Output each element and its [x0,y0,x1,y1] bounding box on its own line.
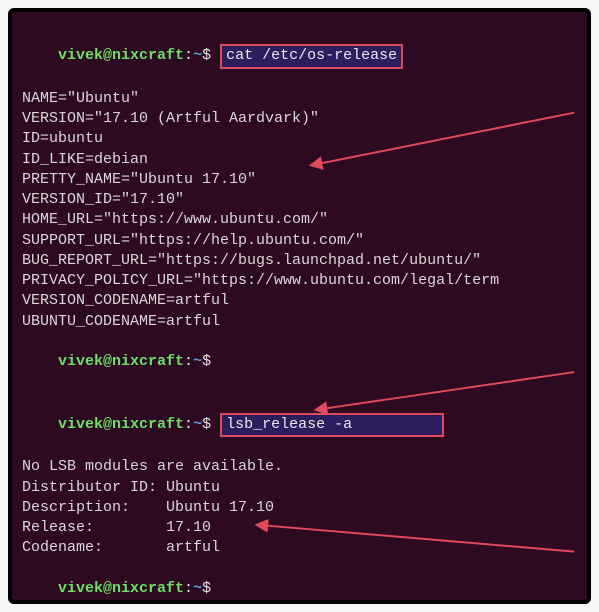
prompt-user: vivek@nixcraft [58,47,184,64]
prompt-line-cmd2: vivek@nixcraft:~$ lsb_release -a [22,393,577,458]
prompt-path: ~ [193,416,202,433]
output-line: ID=ubuntu [22,129,577,149]
output-line: VERSION="17.10 (Artful Aardvark)" [22,109,577,129]
output-line: No LSB modules are available. [22,457,577,477]
prompt-user: vivek@nixcraft [58,353,184,370]
output-line: PRETTY_NAME="Ubuntu 17.10" [22,170,577,190]
output-line: NAME="Ubuntu" [22,89,577,109]
prompt-line-empty[interactable]: vivek@nixcraft:~$ [22,332,577,393]
prompt-dollar: $ [202,580,211,597]
output-line: HOME_URL="https://www.ubuntu.com/" [22,210,577,230]
terminal-window: vivek@nixcraft:~$ cat /etc/os-release NA… [8,8,591,604]
output-line: Codename: artful [22,538,577,558]
prompt-path: ~ [193,47,202,64]
prompt-sep: : [184,47,193,64]
output-line: VERSION_ID="17.10" [22,190,577,210]
output-line: Release: 17.10 [22,518,577,538]
prompt-dollar: $ [202,353,211,370]
prompt-sep: : [184,416,193,433]
output-line: UBUNTU_CODENAME=artful [22,312,577,332]
prompt-sep: : [184,580,193,597]
output-line: Distributor ID: Ubuntu [22,478,577,498]
prompt-dollar: $ [202,47,211,64]
prompt-line-empty[interactable]: vivek@nixcraft:~$ [22,559,577,605]
output-line: Description: Ubuntu 17.10 [22,498,577,518]
prompt-dollar: $ [202,416,211,433]
output-line: SUPPORT_URL="https://help.ubuntu.com/" [22,231,577,251]
prompt-line-cmd1: vivek@nixcraft:~$ cat /etc/os-release [22,24,577,89]
prompt-sep: : [184,353,193,370]
command-lsb-release: lsb_release -a [220,413,444,437]
output-line: VERSION_CODENAME=artful [22,291,577,311]
output-line: ID_LIKE=debian [22,150,577,170]
output-line: BUG_REPORT_URL="https://bugs.launchpad.n… [22,251,577,271]
command-cat-os-release: cat /etc/os-release [220,44,403,68]
output-line: PRIVACY_POLICY_URL="https://www.ubuntu.c… [22,271,577,291]
prompt-path: ~ [193,580,202,597]
prompt-user: vivek@nixcraft [58,580,184,597]
prompt-path: ~ [193,353,202,370]
prompt-user: vivek@nixcraft [58,416,184,433]
